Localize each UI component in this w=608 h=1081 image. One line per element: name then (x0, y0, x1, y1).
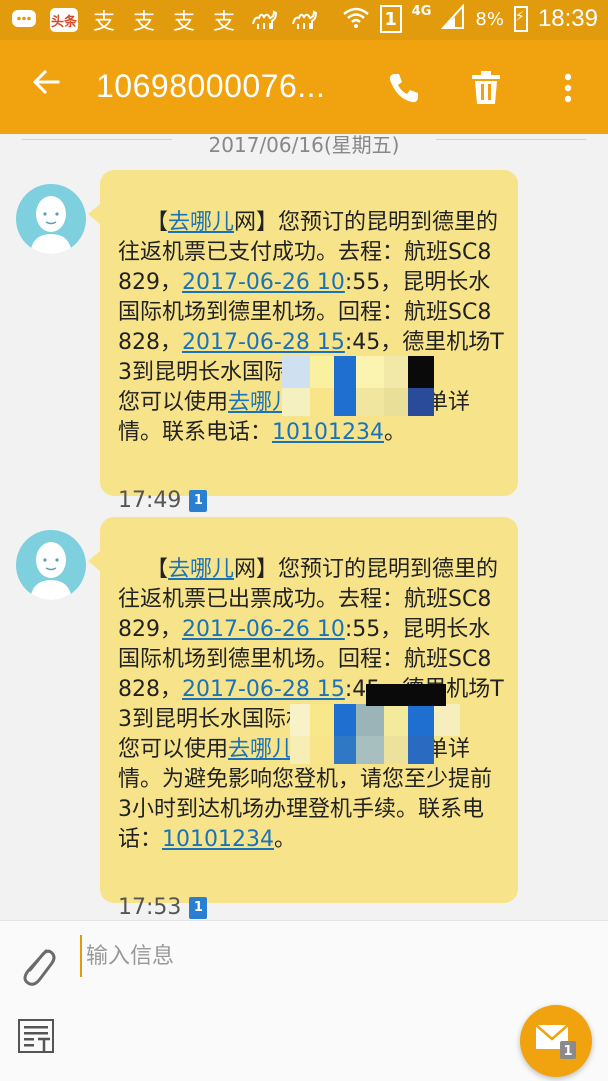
message-composer: 1 (0, 920, 608, 1081)
text-segment: 。 (384, 420, 407, 445)
brand-link[interactable]: 去哪儿 (228, 737, 294, 762)
phone-icon (389, 74, 418, 103)
phone-link[interactable]: 10101234 (162, 827, 274, 852)
camel-icon (250, 6, 278, 34)
sim-card-icon: 1 (189, 490, 208, 512)
sim-slot-indicator: 1 (379, 5, 402, 33)
conversation-title: 10698000076... (96, 68, 326, 104)
text-segment: 。 (274, 827, 297, 852)
templates-button[interactable] (18, 1019, 56, 1055)
signal-icon (441, 3, 465, 34)
alipay-icon: 支 (92, 10, 115, 35)
datetime-link[interactable]: 2017-06-26 10 (182, 617, 345, 642)
message-time: 17:49 (118, 488, 182, 513)
date-divider: 2017/06/16(星期五) (0, 130, 608, 160)
alipay-icon: 支 (132, 10, 155, 35)
more-options-button[interactable] (548, 68, 588, 108)
text-segment: 【 (145, 210, 168, 235)
more-vert-icon (564, 73, 572, 103)
sender-avatar[interactable] (16, 184, 86, 254)
chat-notification-icon (10, 6, 38, 34)
message-meta: 17:53 1 (118, 893, 504, 923)
datetime-link[interactable]: 2017-06-26 10 (182, 270, 345, 295)
phone-link[interactable]: 10101234 (272, 420, 384, 445)
alipay-icon: 支 (212, 10, 235, 35)
back-button[interactable] (30, 66, 70, 106)
message-text: 【去哪儿网】您预订的昆明到德里的往返机票已支付成功。去程：航班SC8829，20… (118, 178, 504, 478)
back-arrow-icon (32, 69, 60, 95)
delete-button[interactable] (466, 68, 506, 108)
send-button[interactable]: 1 (520, 1005, 592, 1077)
message-input[interactable] (80, 935, 518, 977)
person-avatar-icon (30, 542, 72, 600)
news-app-icon: 头条 (50, 8, 78, 32)
brand-link[interactable]: 去哪儿 (168, 210, 234, 235)
sim-card-icon: 1 (189, 897, 208, 919)
clock: 18:39 (537, 5, 598, 32)
send-sim-label: 1 (563, 1044, 572, 1059)
camel-icon (290, 6, 318, 34)
brand-link[interactable]: 去哪儿 (168, 557, 234, 582)
trash-icon (472, 71, 500, 104)
alipay-icon: 支 (172, 10, 195, 35)
text-segment: 您可以使用 (118, 390, 229, 415)
attach-button[interactable] (18, 941, 58, 991)
text-segment: 【 (145, 557, 168, 582)
status-bar: 头条 支 支 支 支 1 4G 8% 18:39 (0, 0, 608, 40)
message-bubble[interactable]: 【去哪儿网】您预订的昆明到德里的往返机票已支付成功。去程：航班SC8829，20… (88, 170, 518, 513)
text-segment: 您可以使用 (118, 737, 229, 762)
call-button[interactable] (384, 68, 424, 108)
paperclip-icon (23, 949, 56, 986)
battery-charging-icon (513, 6, 528, 32)
send-envelope-icon: 1 (535, 1024, 576, 1059)
sender-avatar[interactable] (16, 530, 86, 600)
text-template-icon (18, 1019, 54, 1053)
datetime-link[interactable]: 2017-06-28 15 (182, 330, 345, 355)
datetime-link[interactable]: 2017-06-28 15 (182, 677, 345, 702)
person-avatar-icon (30, 196, 72, 254)
message-meta: 17:49 1 (118, 486, 504, 516)
app-bar: 10698000076... (0, 40, 608, 134)
wifi-icon (342, 5, 370, 33)
message-time: 17:53 (118, 895, 182, 920)
battery-percent: 8% (475, 8, 504, 30)
network-type: 4G (411, 3, 432, 19)
